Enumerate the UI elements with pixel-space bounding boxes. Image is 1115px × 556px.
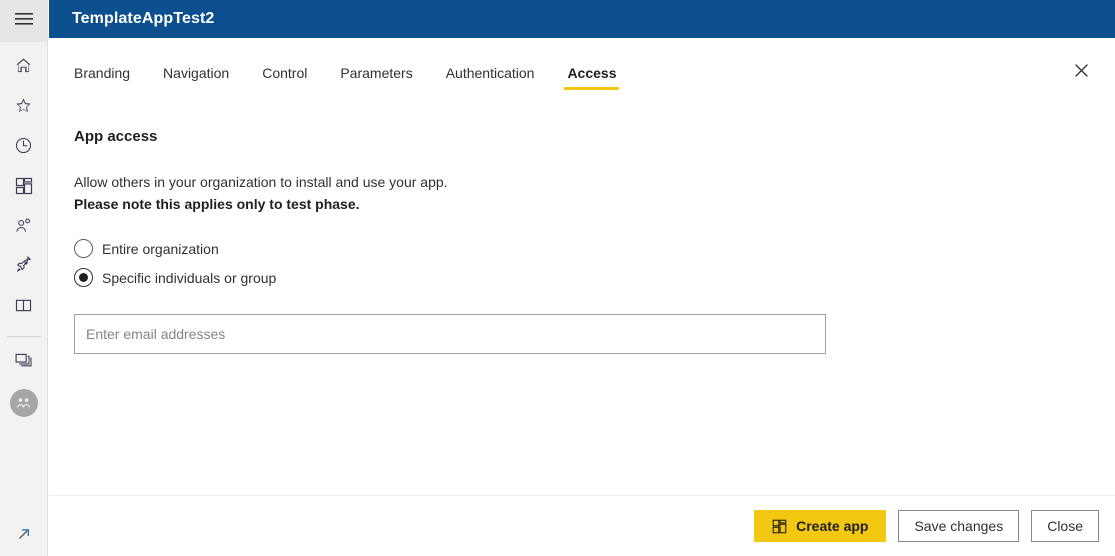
description-line-2: Please note this applies only to test ph… [74,196,360,212]
tab-strip: Branding Navigation Control Parameters A… [49,38,1115,90]
app-access-radio-group: Entire organization Specific individuals… [74,234,1115,292]
workspaces-icon [14,351,33,375]
radio-entire-organization[interactable]: Entire organization [74,234,1115,263]
rail-divider [6,336,41,337]
page-title: TemplateAppTest2 [72,10,215,27]
description-line-1: Allow others in your organization to ins… [74,174,448,190]
hamburger-menu-button[interactable] [0,0,48,42]
close-panel-button[interactable] [1065,57,1097,89]
close-button[interactable]: Close [1031,510,1099,542]
sidebar-item-deployment-pipelines[interactable] [0,248,48,288]
sidebar-item-workspaces[interactable] [0,343,48,383]
rocket-icon [14,256,33,280]
save-changes-button[interactable]: Save changes [898,510,1020,542]
tab-parameters[interactable]: Parameters [340,65,412,90]
app-header-bar: TemplateAppTest2 [49,0,1115,38]
app-settings-panel: Branding Navigation Control Parameters A… [49,38,1115,556]
section-title: App access [74,128,158,145]
tab-authentication[interactable]: Authentication [446,65,535,90]
clock-icon [14,136,33,160]
sidebar-item-learn[interactable] [0,288,48,328]
close-button-label: Close [1047,518,1083,534]
rail-bottom-items [0,516,48,556]
create-app-button[interactable]: Create app [754,510,887,542]
tab-navigation[interactable]: Navigation [163,65,229,90]
expand-rail-button[interactable] [0,516,48,556]
sidebar-item-apps[interactable] [0,168,48,208]
app-root: TemplateAppTest2 Branding Navigation Con… [0,0,1115,556]
sidebar-item-recent[interactable] [0,128,48,168]
radio-label-specific-individuals: Specific individuals or group [102,269,277,286]
close-icon [1074,64,1088,82]
tab-branding[interactable]: Branding [74,65,130,90]
email-addresses-input[interactable] [74,314,826,354]
arrow-up-right-icon [15,525,33,548]
tab-access[interactable]: Access [564,65,620,90]
sidebar-item-home[interactable] [0,48,48,88]
workspace-avatar-icon [9,389,38,417]
home-icon [14,56,33,80]
tab-control[interactable]: Control [262,65,307,90]
rail-primary-items [0,48,48,423]
left-nav-rail [0,0,48,556]
radio-mark-selected [74,268,93,287]
apps-grid-icon [15,177,33,200]
sidebar-item-favorites[interactable] [0,88,48,128]
sidebar-item-current-workspace[interactable] [0,383,48,423]
app-access-content: App access Allow others in your organiza… [49,90,1115,354]
people-icon [14,216,33,240]
radio-label-entire-organization: Entire organization [102,240,219,257]
star-icon [14,96,33,120]
radio-mark-unselected [74,239,93,258]
save-changes-label: Save changes [914,518,1004,534]
hamburger-icon [14,12,33,31]
book-icon [14,296,33,320]
radio-specific-individuals-or-group[interactable]: Specific individuals or group [74,263,1115,292]
sidebar-item-shared-with-me[interactable] [0,208,48,248]
apps-grid-icon [772,519,787,534]
create-app-label: Create app [796,518,869,534]
panel-footer: Create app Save changes Close [49,495,1115,556]
